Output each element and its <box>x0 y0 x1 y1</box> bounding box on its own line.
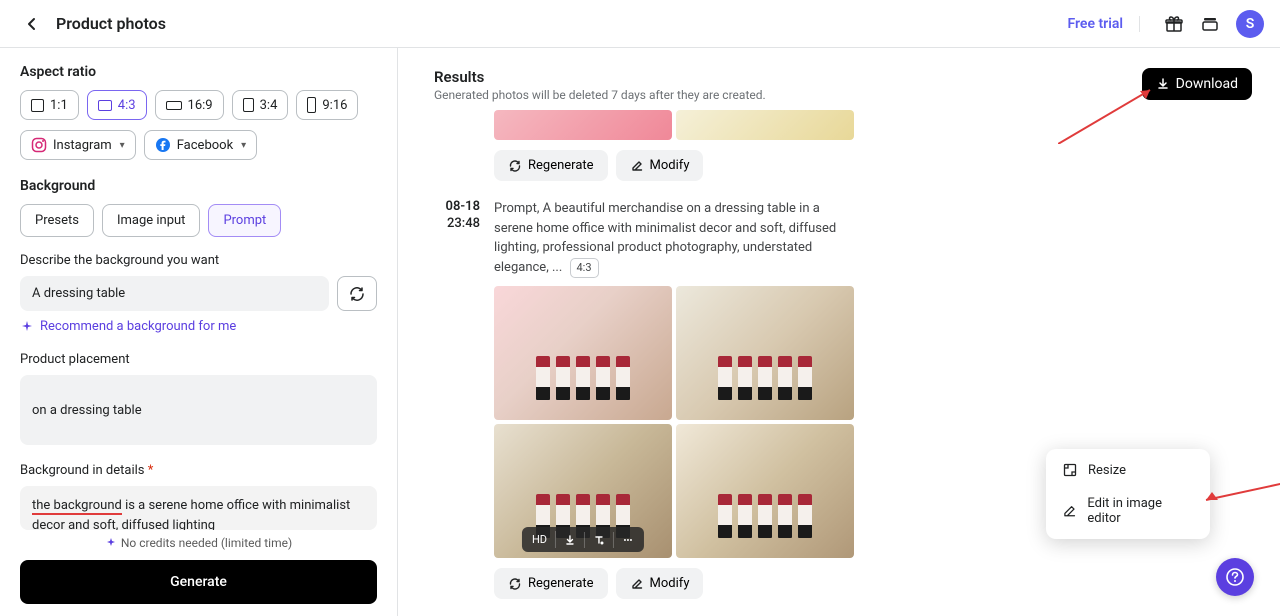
text-icon <box>593 534 605 546</box>
tab-image-input[interactable]: Image input <box>102 204 201 237</box>
download-button[interactable]: Download <box>1142 68 1252 100</box>
ratio-3-4[interactable]: 3:4 <box>232 90 289 120</box>
stack-button[interactable] <box>1192 6 1228 42</box>
sidebar-panel: Aspect ratio 1:1 4:3 16:9 3:4 9:16 Insta… <box>0 48 398 616</box>
gift-button[interactable] <box>1156 6 1192 42</box>
details-textarea[interactable]: the background is a serene home office w… <box>20 486 377 530</box>
facebook-icon <box>155 137 171 153</box>
result-thumb[interactable] <box>494 286 672 420</box>
regenerate-button[interactable]: Regenerate <box>494 150 608 181</box>
edit-icon <box>630 577 644 591</box>
tab-presets[interactable]: Presets <box>20 204 94 237</box>
ratio-badge: 4:3 <box>570 258 599 279</box>
resize-icon <box>1062 462 1078 478</box>
result-thumb[interactable] <box>676 286 854 420</box>
ratio-shape-icon <box>307 97 316 113</box>
chevron-down-icon: ▾ <box>241 140 246 151</box>
ratio-16-9[interactable]: 16:9 <box>155 90 224 120</box>
cycle-icon <box>508 577 522 591</box>
background-prompt-input[interactable] <box>20 276 329 311</box>
menu-edit-in-editor[interactable]: Edit in image editor <box>1050 487 1206 535</box>
instagram-dropdown[interactable]: Instagram ▾ <box>20 130 136 160</box>
result-thumb[interactable]: HD <box>494 424 672 558</box>
results-subtitle: Generated photos will be deleted 7 days … <box>434 88 766 102</box>
background-label: Background <box>20 178 377 194</box>
stack-icon <box>1200 14 1220 34</box>
edit-icon <box>1062 503 1077 519</box>
generate-button[interactable]: Generate <box>20 560 377 604</box>
context-menu: Resize Edit in image editor <box>1046 449 1210 539</box>
hd-button[interactable]: HD <box>524 531 556 548</box>
thumb-download-button[interactable] <box>556 532 585 548</box>
cycle-icon <box>508 159 522 173</box>
chevron-left-icon <box>24 16 40 32</box>
gift-icon <box>1164 14 1184 34</box>
thumb-more-button[interactable] <box>614 532 642 548</box>
free-trial-link[interactable]: Free trial <box>1067 16 1140 32</box>
app-header: Product photos Free trial S <box>0 0 1280 48</box>
help-button[interactable] <box>1216 558 1254 596</box>
generation-prompt-text: Prompt, A beautiful merchandise on a dre… <box>494 199 854 278</box>
download-icon <box>1156 77 1170 91</box>
recommend-link[interactable]: Recommend a background for me <box>20 319 377 334</box>
help-icon <box>1225 567 1245 587</box>
thumb-toolbar: HD <box>522 527 644 552</box>
placement-input[interactable] <box>20 375 377 445</box>
sparkle-icon <box>20 320 34 334</box>
instagram-icon <box>31 137 47 153</box>
results-panel: Results Generated photos will be deleted… <box>398 48 1280 616</box>
modify-button[interactable]: Modify <box>616 150 704 181</box>
cycle-icon <box>348 285 366 303</box>
ratio-shape-icon <box>243 98 254 112</box>
credits-note: No credits needed (limited time) <box>20 536 377 550</box>
tab-prompt[interactable]: Prompt <box>208 204 281 237</box>
results-title: Results <box>434 68 766 86</box>
thumb-text-button[interactable] <box>585 532 614 548</box>
result-thumb[interactable] <box>494 110 672 140</box>
ratio-1-1[interactable]: 1:1 <box>20 90 79 120</box>
placement-label: Product placement <box>20 352 377 367</box>
generation-timestamp: 08-18 23:48 <box>434 199 480 599</box>
result-thumb[interactable] <box>676 110 854 140</box>
download-icon <box>564 534 576 546</box>
ratio-9-16[interactable]: 9:16 <box>296 90 358 120</box>
edit-icon <box>630 159 644 173</box>
page-title: Product photos <box>56 14 166 33</box>
modify-button[interactable]: Modify <box>616 568 704 599</box>
aspect-ratio-label: Aspect ratio <box>20 64 377 80</box>
menu-resize[interactable]: Resize <box>1050 453 1206 487</box>
result-thumb[interactable] <box>676 424 854 558</box>
describe-label: Describe the background you want <box>20 253 377 268</box>
ratio-shape-icon <box>98 100 112 111</box>
ratio-shape-icon <box>31 99 44 112</box>
sparkle-icon <box>105 537 117 549</box>
ratio-4-3[interactable]: 4:3 <box>87 90 147 120</box>
more-icon <box>622 534 634 546</box>
facebook-dropdown[interactable]: Facebook ▾ <box>144 130 258 160</box>
avatar[interactable]: S <box>1236 10 1264 38</box>
chevron-down-icon: ▾ <box>120 140 125 151</box>
back-button[interactable] <box>16 8 48 40</box>
ratio-shape-icon <box>166 101 182 110</box>
shuffle-button[interactable] <box>337 276 377 311</box>
regenerate-button[interactable]: Regenerate <box>494 568 608 599</box>
details-label: Background in details * <box>20 463 377 478</box>
